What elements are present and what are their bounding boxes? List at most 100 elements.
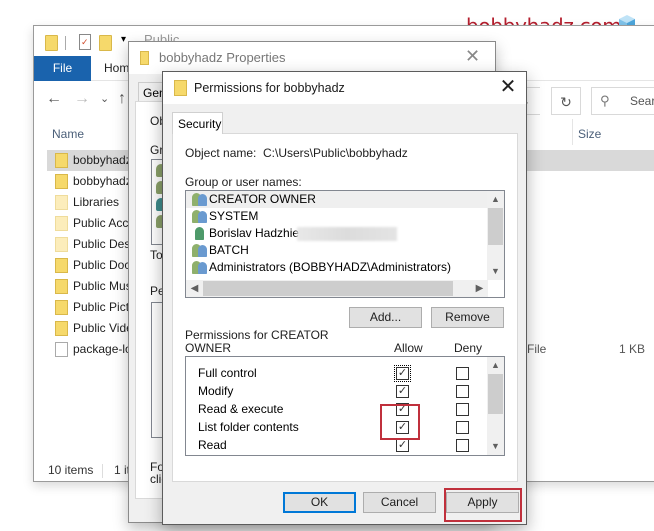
folder-icon — [45, 35, 58, 51]
item-type: File — [527, 342, 547, 356]
permission-row: Read ✓ — [186, 436, 488, 454]
user-list-item[interactable]: Administrators (BOBBYHADZ\Administrators… — [186, 259, 488, 276]
deny-read-execute-checkbox[interactable] — [456, 403, 469, 416]
permission-name: Read — [198, 438, 227, 452]
folder-icon — [140, 51, 149, 65]
dialog-title: Permissions for bobbyhadz — [194, 81, 345, 95]
item-name: Public Desl — [73, 237, 134, 251]
scroll-down-icon[interactable]: ▼ — [487, 438, 504, 455]
scroll-right-icon[interactable]: ▶ — [471, 280, 488, 297]
permissions-dialog: Permissions for bobbyhadz ✕ Security Obj… — [162, 71, 527, 525]
scroll-up-icon[interactable]: ▲ — [487, 191, 504, 208]
redacted-text — [297, 227, 397, 241]
allow-read-checkbox[interactable]: ✓ — [396, 439, 409, 452]
user-name: CREATOR OWNER — [209, 192, 316, 206]
vertical-scrollbar[interactable]: ▲ ▼ — [487, 191, 504, 280]
user-icon — [192, 227, 208, 240]
cancel-button[interactable]: Cancel — [363, 492, 436, 513]
search-icon: ⚲ — [600, 93, 610, 108]
customize-dropdown-icon[interactable]: ▾ — [121, 34, 126, 45]
library-folder-icon — [55, 195, 68, 210]
tab-security[interactable]: Security — [172, 112, 223, 134]
forward-arrow-icon[interactable]: → — [74, 90, 90, 108]
properties-title: bobbyhadz Properties — [159, 50, 286, 65]
allow-read-execute-checkbox[interactable]: ✓ — [396, 403, 409, 416]
folder-icon — [55, 279, 68, 294]
close-icon[interactable]: ✕ — [496, 75, 520, 99]
user-name: Administrators (BOBBYHADZ\Administrators… — [209, 260, 452, 274]
scrollbar-thumb[interactable] — [488, 374, 503, 414]
item-name: bobbyhadz — [73, 153, 132, 167]
remove-button[interactable]: Remove — [431, 307, 504, 328]
scroll-left-icon[interactable]: ◀ — [186, 280, 203, 297]
scroll-up-icon[interactable]: ▲ — [487, 357, 504, 374]
scrollbar-thumb[interactable] — [488, 208, 503, 245]
refresh-icon[interactable]: ↻ — [551, 87, 581, 115]
folder-icon — [55, 237, 68, 252]
permissions-for-label-2: OWNER — [185, 341, 231, 355]
column-header-size[interactable]: Size — [578, 127, 601, 141]
new-folder-icon[interactable] — [99, 35, 112, 51]
vertical-scrollbar[interactable]: ▲ ▼ — [487, 357, 504, 455]
folder-icon — [55, 321, 68, 336]
item-name: package-lo — [73, 342, 132, 356]
item-name: Public Vide — [73, 321, 133, 335]
edit-label: To — [150, 248, 163, 262]
item-name: Public Doc — [73, 258, 131, 272]
tab-file[interactable]: File — [34, 56, 91, 81]
column-divider[interactable] — [572, 119, 573, 145]
search-input[interactable]: ⚲ Search — [591, 87, 654, 115]
folder-icon — [55, 216, 68, 231]
scrollbar-thumb[interactable] — [203, 281, 453, 296]
group-icon — [192, 244, 208, 257]
allow-list-folder-checkbox[interactable]: ✓ — [396, 421, 409, 434]
deny-list-folder-checkbox[interactable] — [456, 421, 469, 434]
divider — [65, 36, 66, 50]
permission-row: List folder contents ✓ — [186, 418, 488, 436]
user-name: BATCH — [209, 243, 249, 257]
group-icon — [192, 210, 208, 223]
user-list-item[interactable]: BATCH — [186, 242, 488, 259]
object-name-label: Object name: — [185, 146, 257, 160]
permission-row: Full control ✓ — [186, 364, 488, 382]
group-icon — [192, 261, 208, 274]
up-arrow-icon[interactable]: ↑ — [118, 90, 126, 108]
horizontal-scrollbar[interactable]: ◀ ▶ — [186, 280, 488, 297]
add-button[interactable]: Add... — [349, 307, 422, 328]
divider — [102, 464, 103, 478]
scroll-down-icon[interactable]: ▼ — [487, 263, 504, 280]
back-arrow-icon[interactable]: ← — [46, 90, 62, 108]
deny-full-control-checkbox[interactable] — [456, 367, 469, 380]
apply-button[interactable]: Apply — [446, 492, 519, 513]
item-name: Public Pict — [73, 300, 130, 314]
allow-modify-checkbox[interactable]: ✓ — [396, 385, 409, 398]
users-list[interactable]: CREATOR OWNER SYSTEM Borislav Hadzhiev B… — [185, 190, 505, 298]
properties-icon[interactable] — [79, 34, 91, 50]
deny-header: Deny — [454, 341, 483, 355]
permission-name: Modify — [198, 384, 234, 398]
user-list-item[interactable]: CREATOR OWNER — [186, 191, 488, 208]
deny-read-checkbox[interactable] — [456, 439, 469, 452]
item-name: bobbyhadz — [73, 174, 132, 188]
folder-icon — [55, 174, 68, 189]
folder-icon — [174, 80, 187, 96]
folder-icon — [55, 300, 68, 315]
allow-full-control-checkbox[interactable]: ✓ — [394, 365, 411, 382]
permission-name: List folder contents — [198, 420, 299, 434]
deny-modify-checkbox[interactable] — [456, 385, 469, 398]
item-size: 1 KB — [619, 342, 646, 356]
user-name: Borislav Hadzhiev — [209, 226, 306, 240]
item-count: 10 items — [48, 463, 94, 477]
column-header-name[interactable]: Name — [52, 127, 84, 141]
recent-locations-icon[interactable]: ⌄ — [100, 92, 109, 105]
folder-icon — [55, 153, 68, 168]
user-list-item[interactable]: SYSTEM — [186, 208, 488, 225]
close-icon[interactable]: ✕ — [465, 46, 480, 67]
item-name: Public Mus — [73, 279, 132, 293]
user-list-item[interactable]: Borislav Hadzhiev — [186, 225, 488, 242]
ok-button[interactable]: OK — [283, 492, 356, 513]
permission-name: Full control — [198, 366, 257, 380]
permission-row: Read & execute ✓ — [186, 400, 488, 418]
user-name: SYSTEM — [209, 209, 259, 223]
item-name: Libraries — [73, 195, 120, 209]
